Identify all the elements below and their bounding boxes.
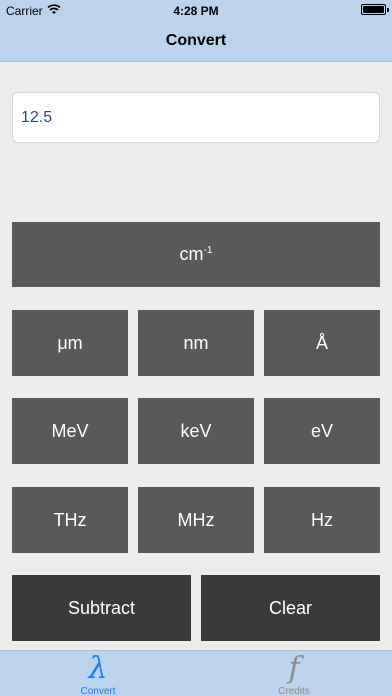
value-input[interactable] xyxy=(12,92,380,143)
tab-bar: λ Convert f Credits xyxy=(0,650,392,696)
unit-button-ev[interactable]: eV xyxy=(264,398,380,464)
clear-button[interactable]: Clear xyxy=(201,575,380,641)
unit-label-hz: Hz xyxy=(311,509,333,530)
status-time: 4:28 PM xyxy=(173,4,219,18)
unit-button-mev[interactable]: MeV xyxy=(12,398,128,464)
tab-credits[interactable]: f Credits xyxy=(196,651,392,696)
battery-icon xyxy=(361,4,389,15)
unit-button-um[interactable]: μm xyxy=(12,310,128,376)
unit-button-angstrom[interactable]: Å xyxy=(264,310,380,376)
unit-exponent: -1 xyxy=(203,245,213,256)
unit-button-hz[interactable]: Hz xyxy=(264,487,380,553)
unit-label-kev: keV xyxy=(180,420,212,441)
tab-label-convert: Convert xyxy=(80,686,116,696)
clear-label: Clear xyxy=(268,597,312,618)
subtract-label: Subtract xyxy=(67,597,136,618)
page-title: Convert xyxy=(165,32,227,49)
unit-label-ev: eV xyxy=(310,420,334,441)
unit-label-um: μm xyxy=(57,332,83,353)
status-right xyxy=(361,4,389,15)
unit-base: cm xyxy=(179,244,204,264)
unit-label-nm: nm xyxy=(183,332,209,353)
lambda-icon: λ xyxy=(88,651,108,686)
unit-button-nm[interactable]: nm xyxy=(138,310,254,376)
subtract-button[interactable]: Subtract xyxy=(12,575,191,641)
navigation-bar: Convert xyxy=(0,20,392,62)
unit-button-thz[interactable]: THz xyxy=(12,487,128,553)
unit-label-thz: THz xyxy=(53,509,87,530)
function-icon: f xyxy=(288,651,300,686)
unit-label-mev: MeV xyxy=(51,420,89,441)
unit-label-mhz: MHz xyxy=(177,509,215,530)
unit-button-kev[interactable]: keV xyxy=(138,398,254,464)
tab-convert[interactable]: λ Convert xyxy=(0,651,196,696)
unit-label-angstrom: Å xyxy=(315,332,328,353)
unit-label-wavenumber: cm-1 xyxy=(180,244,213,265)
unit-button-wavenumber[interactable]: cm-1 xyxy=(12,222,380,287)
tab-label-credits: Credits xyxy=(278,686,310,696)
unit-button-mhz[interactable]: MHz xyxy=(138,487,254,553)
status-bar: Carrier 4:28 PM xyxy=(0,0,392,20)
